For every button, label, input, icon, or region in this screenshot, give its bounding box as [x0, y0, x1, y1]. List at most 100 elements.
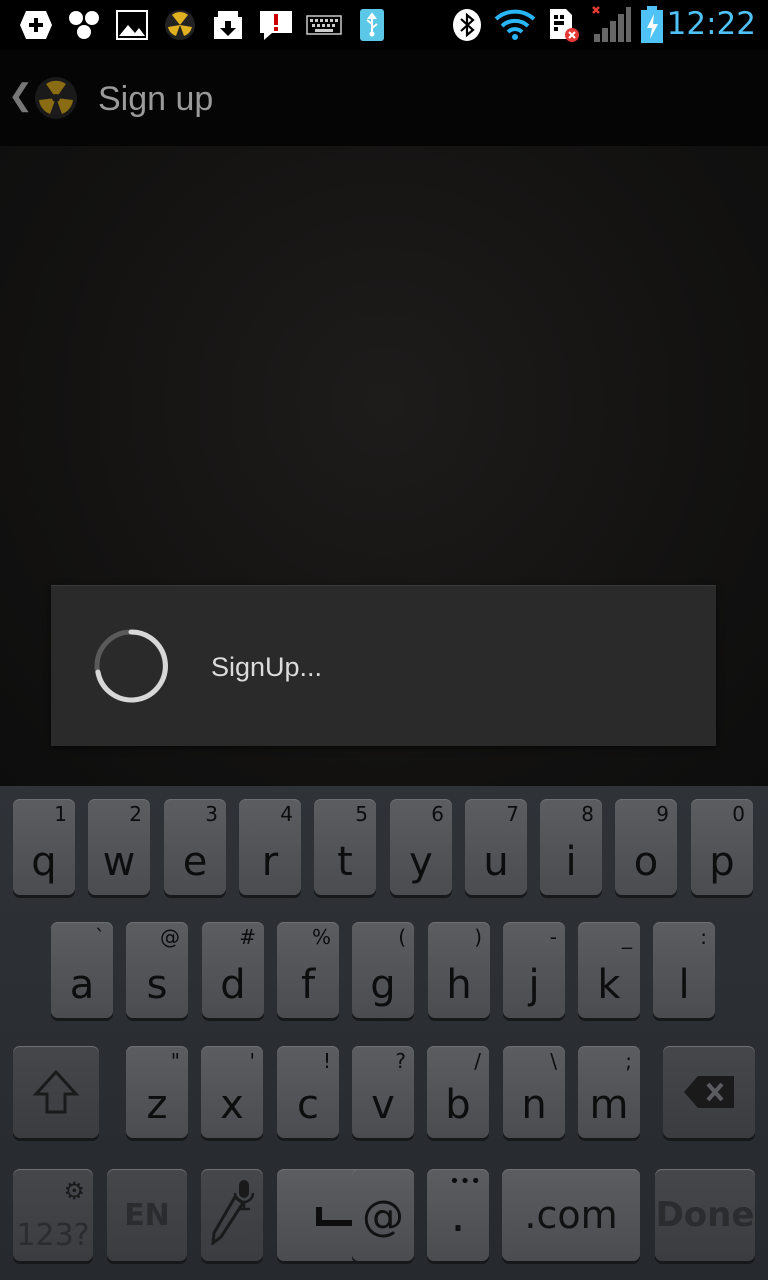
key-s[interactable]: @ s [126, 922, 188, 1018]
period-key[interactable]: ••• . [427, 1169, 489, 1261]
key-label: t [337, 839, 353, 885]
symbols-key-label: 123? [16, 1218, 90, 1253]
key-label: p [709, 839, 735, 885]
shift-key[interactable] [13, 1046, 99, 1138]
key-e[interactable]: 3e [164, 799, 226, 895]
key-h[interactable]: ) h [428, 922, 490, 1018]
pen-icon [211, 1194, 246, 1249]
key-label: c [297, 1082, 319, 1128]
key-secondary-label: 7 [506, 802, 519, 826]
wifi-icon [494, 9, 536, 41]
key-label: d [220, 962, 246, 1008]
at-key-label: @ [362, 1190, 404, 1240]
key-b[interactable]: / b [427, 1046, 489, 1138]
app-logo-icon[interactable] [34, 76, 78, 120]
key-label: k [597, 962, 621, 1008]
key-secondary-label: 0 [732, 802, 745, 826]
sim-error-icon [546, 9, 582, 42]
backspace-key[interactable] [663, 1046, 755, 1138]
key-label: n [521, 1082, 547, 1128]
image-icon [116, 9, 148, 41]
key-secondary-label: 8 [581, 802, 594, 826]
key-secondary-label: ? [395, 1049, 406, 1073]
key-p[interactable]: 0p [691, 799, 753, 895]
molecule-icon [66, 9, 102, 41]
battery-charging-icon [640, 6, 664, 44]
key-label: f [300, 962, 316, 1008]
key-secondary-label: 4 [280, 802, 293, 826]
key-c[interactable]: ! c [277, 1046, 339, 1138]
at-key[interactable]: @ [352, 1169, 414, 1261]
clock: 12:22 [666, 6, 756, 42]
key-secondary-label: ' [249, 1049, 256, 1073]
key-secondary-label: 1 [54, 802, 67, 826]
key-secondary-label: ! [322, 1049, 331, 1073]
key-label: y [409, 839, 433, 885]
key-label: q [31, 839, 57, 885]
key-secondary-label: : [700, 925, 707, 949]
key-a[interactable]: ` a [51, 922, 113, 1018]
key-label: z [146, 1082, 168, 1128]
key-t[interactable]: 5t [314, 799, 376, 895]
key-label: i [565, 839, 577, 885]
dotcom-key[interactable]: .com [502, 1169, 640, 1261]
key-f[interactable]: % f [277, 922, 339, 1018]
key-secondary-label: / [474, 1049, 481, 1073]
key-l[interactable]: :l [653, 922, 715, 1018]
key-v[interactable]: ? v [352, 1046, 414, 1138]
key-k[interactable]: _ k [578, 922, 640, 1018]
language-key-label: EN [124, 1197, 170, 1233]
radiation-app-icon [164, 9, 196, 41]
loading-spinner-icon [91, 626, 171, 706]
key-secondary-label: " [170, 1049, 180, 1073]
key-w[interactable]: 2w [88, 799, 150, 895]
key-secondary-label: 6 [431, 802, 444, 826]
back-chevron-icon[interactable]: ❮ [8, 78, 33, 113]
key-m[interactable]: ; m [578, 1046, 640, 1138]
key-label: e [182, 839, 208, 885]
key-label: l [678, 962, 690, 1008]
key-secondary-label: % [311, 925, 331, 949]
key-label: v [371, 1082, 395, 1128]
key-o[interactable]: 9o [615, 799, 677, 895]
key-secondary-label: ` [95, 925, 105, 949]
language-key[interactable]: EN [107, 1169, 187, 1261]
done-key[interactable]: Done [655, 1169, 755, 1261]
key-secondary-label: 9 [656, 802, 669, 826]
key-r[interactable]: 4r [239, 799, 301, 895]
bluetooth-icon [452, 9, 482, 41]
key-q[interactable]: 1q [13, 799, 75, 895]
key-y[interactable]: 6y [390, 799, 452, 895]
settings-gear-icon: ⚙ [63, 1177, 85, 1205]
key-n[interactable]: \ n [503, 1046, 565, 1138]
action-bar: ❮ Sign up [0, 50, 768, 146]
key-j[interactable]: -j [503, 922, 565, 1018]
key-secondary-label: 2 [129, 802, 142, 826]
key-secondary-label: 3 [205, 802, 218, 826]
download-icon [212, 9, 244, 41]
handwriting-key[interactable] [201, 1169, 263, 1261]
key-secondary-label: - [549, 925, 557, 949]
key-label: w [102, 839, 136, 885]
soft-keyboard: 1q2w3e4r5t6y7u8i9o0p ` a @ s # d% f(g) h - j _ k: l … [0, 786, 768, 1280]
key-g[interactable]: (g [352, 922, 414, 1018]
key-label: g [370, 962, 396, 1008]
key-secondary-label: \ [550, 1049, 557, 1073]
key-secondary-label: 5 [355, 802, 368, 826]
key-i[interactable]: 8i [540, 799, 602, 895]
alert-icon [258, 9, 294, 41]
key-secondary-label: ; [625, 1049, 632, 1073]
key-u[interactable]: 7u [465, 799, 527, 895]
plus-icon [18, 9, 54, 41]
key-label: o [633, 839, 659, 885]
key-secondary-label: # [239, 925, 256, 949]
signal-icon [590, 4, 632, 44]
key-z[interactable]: " z [126, 1046, 188, 1138]
key-label: h [446, 962, 472, 1008]
key-d[interactable]: # d [202, 922, 264, 1018]
progress-dialog: SignUp... [51, 585, 716, 746]
done-key-label: Done [655, 1195, 755, 1235]
symbols-key[interactable]: ⚙ 123? [13, 1169, 93, 1261]
key-x[interactable]: ' x [201, 1046, 263, 1138]
keyboard-icon [306, 9, 342, 41]
